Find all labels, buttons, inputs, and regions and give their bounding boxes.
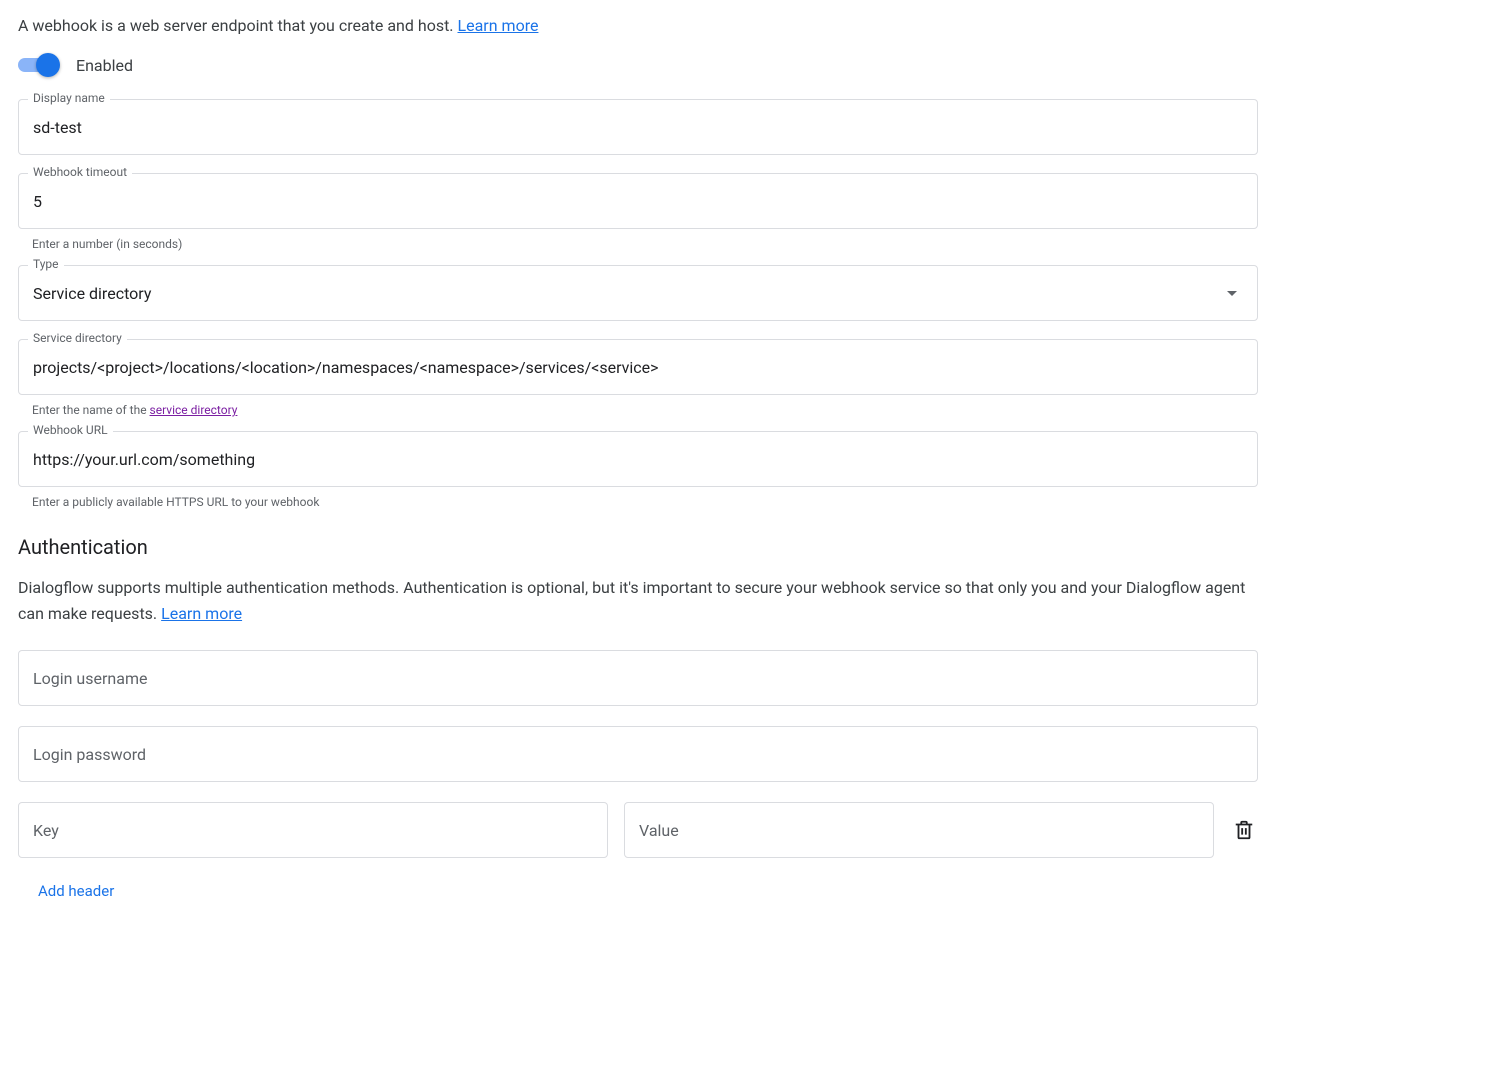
login-password-placeholder: Login password [33,745,146,764]
auth-description: Dialogflow supports multiple authenticat… [18,575,1258,626]
webhook-url-helper: Enter a publicly available HTTPS URL to … [32,495,1485,509]
type-field[interactable]: Type Service directory [18,265,1258,321]
service-directory-helper: Enter the name of the service directory [32,403,1485,417]
enabled-toggle[interactable] [18,53,62,77]
chevron-down-icon [1227,291,1237,296]
webhook-url-field[interactable]: Webhook URL https://your.url.com/somethi… [18,431,1258,487]
header-kv-row: Key Value [18,802,1258,858]
webhook-url-label: Webhook URL [28,423,113,437]
timeout-value: 5 [33,192,42,211]
header-value-field[interactable]: Value [624,802,1214,858]
add-header-button[interactable]: Add header [38,882,1485,900]
sd-helper-prefix: Enter the name of the [32,403,150,417]
timeout-field[interactable]: Webhook timeout 5 [18,173,1258,229]
display-name-field[interactable]: Display name sd-test [18,99,1258,155]
delete-header-button[interactable] [1230,816,1258,844]
login-password-field[interactable]: Login password [18,726,1258,782]
header-key-placeholder: Key [33,821,59,840]
learn-more-link[interactable]: Learn more [458,16,539,35]
webhook-intro-text: A webhook is a web server endpoint that … [18,16,458,35]
service-directory-field[interactable]: Service directory projects/<project>/loc… [18,339,1258,395]
header-value-placeholder: Value [639,821,679,840]
timeout-helper: Enter a number (in seconds) [32,237,1485,251]
type-label: Type [28,257,64,271]
auth-heading: Authentication [18,535,1485,559]
display-name-label: Display name [28,91,110,105]
header-key-field[interactable]: Key [18,802,608,858]
enabled-toggle-row: Enabled [18,53,1485,77]
webhook-url-value: https://your.url.com/something [33,450,255,469]
webhook-intro: A webhook is a web server endpoint that … [18,16,1485,35]
login-username-placeholder: Login username [33,669,147,688]
type-value: Service directory [33,284,151,303]
display-name-value: sd-test [33,118,82,137]
service-directory-link[interactable]: service directory [150,403,238,417]
timeout-label: Webhook timeout [28,165,132,179]
service-directory-value: projects/<project>/locations/<location>/… [33,358,659,377]
enabled-label: Enabled [76,56,133,75]
service-directory-label: Service directory [28,331,127,345]
login-username-field[interactable]: Login username [18,650,1258,706]
trash-icon [1233,819,1255,841]
auth-learn-more-link[interactable]: Learn more [161,604,242,623]
